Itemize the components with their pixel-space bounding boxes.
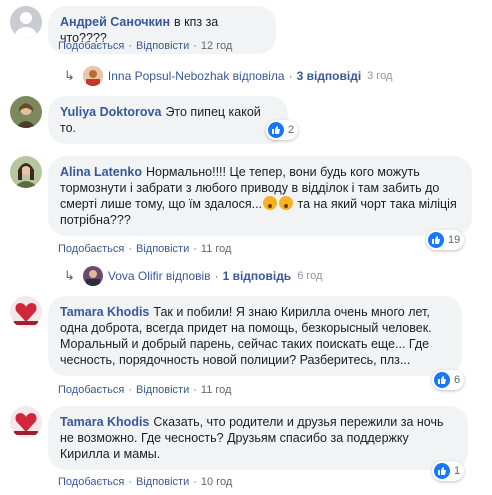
comment-time[interactable]: 12 год xyxy=(201,40,232,52)
reply-button[interactable]: Відповісти xyxy=(136,384,189,396)
thumbs-up-icon xyxy=(434,463,450,479)
comment-author[interactable]: Андрей Саночкин xyxy=(60,15,170,29)
replier-avatar xyxy=(82,66,103,86)
comment-bubble: Tamara Khodis Так и побили! Я знаю Кирилл… xyxy=(48,296,462,376)
avatar[interactable] xyxy=(10,6,42,38)
reply-button[interactable]: Відповісти xyxy=(136,476,189,488)
comment-time[interactable]: 10 год xyxy=(201,476,232,488)
like-button[interactable]: Подобається xyxy=(58,384,124,396)
view-replies[interactable]: ↳ Vova Olifir відповів · 1 відповідь 6 г… xyxy=(64,266,322,286)
like-count: 1 xyxy=(454,465,461,477)
reply-count[interactable]: 1 відповідь xyxy=(223,269,292,283)
avatar[interactable] xyxy=(10,96,42,128)
replier-name[interactable]: Inna Popsul-Nebozhak відповіла xyxy=(108,69,285,83)
avatar[interactable] xyxy=(10,156,42,188)
reaction-count[interactable]: 1 xyxy=(432,461,465,481)
avatar[interactable] xyxy=(10,296,42,328)
replier-name[interactable]: Vova Olifir відповів xyxy=(108,269,211,283)
comment-bubble: Alina Latenko Нормально!!!! Це тепер, вон… xyxy=(48,156,472,236)
reaction-count[interactable]: 19 xyxy=(426,230,465,250)
thumbs-up-icon xyxy=(268,122,284,138)
comment-author[interactable]: Tamara Khodis xyxy=(60,305,149,319)
like-button[interactable]: Подобається xyxy=(58,40,124,52)
thumbs-up-icon xyxy=(428,232,444,248)
reaction-count[interactable]: 6 xyxy=(432,370,465,390)
like-count: 6 xyxy=(454,374,461,386)
reaction-count[interactable]: 2 xyxy=(266,120,299,140)
comment-bubble: Yuliya Doktorova Это пипец какой то. xyxy=(48,96,288,144)
replier-avatar xyxy=(82,266,103,286)
comment-actions: Подобається · Відповісти · 11 год xyxy=(58,243,232,255)
like-count: 19 xyxy=(448,234,461,246)
avatar[interactable] xyxy=(10,406,42,438)
comment-bubble: Tamara Khodis Сказать, что родители и дру… xyxy=(48,406,468,470)
astonished-emoji-icon xyxy=(263,196,278,210)
comment-author[interactable]: Alina Latenko xyxy=(60,165,142,179)
reply-time: 3 год xyxy=(367,70,393,82)
astonished-emoji-icon xyxy=(279,196,294,210)
reply-arrow-icon: ↳ xyxy=(64,68,75,83)
like-count: 2 xyxy=(288,124,295,136)
comment-author[interactable]: Tamara Khodis xyxy=(60,415,149,429)
like-button[interactable]: Подобається xyxy=(58,476,124,488)
reply-count[interactable]: 3 відповіді xyxy=(297,69,362,83)
reply-button[interactable]: Відповісти xyxy=(136,243,189,255)
comment-actions: Подобається · Відповісти · 11 год xyxy=(58,384,232,396)
reply-button[interactable]: Відповісти xyxy=(136,40,189,52)
like-button[interactable]: Подобається xyxy=(58,243,124,255)
view-replies[interactable]: ↳ Inna Popsul-Nebozhak відповіла · 3 від… xyxy=(64,66,392,86)
comment-actions: Подобається · Відповісти · 10 год xyxy=(58,476,233,488)
comment-author[interactable]: Yuliya Doktorova xyxy=(60,105,161,119)
thumbs-up-icon xyxy=(434,372,450,388)
reply-arrow-icon: ↳ xyxy=(64,268,75,283)
comment-time[interactable]: 11 год xyxy=(201,384,232,396)
comment-time[interactable]: 11 год xyxy=(201,243,232,255)
reply-time: 6 год xyxy=(297,270,323,282)
comment-actions: Подобається · Відповісти · 12 год xyxy=(58,40,233,52)
